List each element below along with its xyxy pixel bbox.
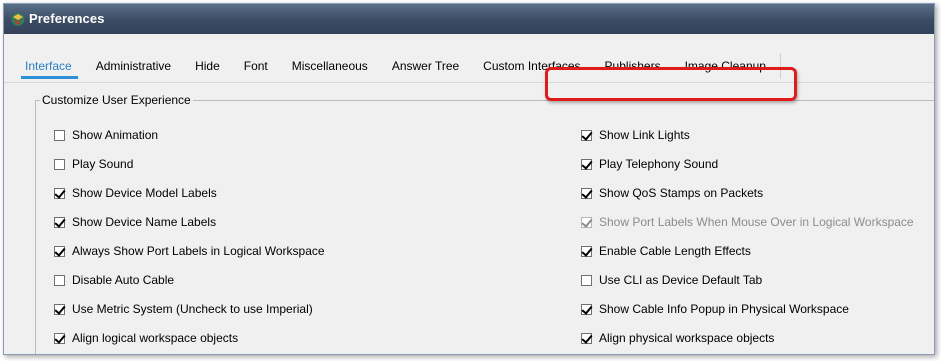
tab-interface[interactable]: Interface bbox=[21, 53, 84, 79]
checkbox[interactable] bbox=[54, 245, 65, 257]
option-label: Use CLI as Device Default Tab bbox=[599, 273, 763, 287]
tab-font[interactable]: Font bbox=[232, 53, 280, 79]
play-telephony-sound-option[interactable]: Play Telephony Sound bbox=[581, 156, 718, 172]
tab-hide[interactable]: Hide bbox=[183, 53, 232, 79]
disable-auto-cable-option[interactable]: Disable Auto Cable bbox=[54, 272, 174, 288]
option-label: Align physical workspace objects bbox=[599, 331, 775, 345]
option-label: Always Show Port Labels in Logical Works… bbox=[72, 244, 325, 258]
option-label: Show Device Model Labels bbox=[72, 186, 217, 200]
use-cli-default-tab-option[interactable]: Use CLI as Device Default Tab bbox=[581, 272, 762, 288]
checkbox[interactable] bbox=[54, 158, 65, 170]
checkbox[interactable] bbox=[54, 216, 65, 228]
option-label: Show Link Lights bbox=[599, 128, 690, 142]
checkbox[interactable] bbox=[581, 303, 592, 315]
always-show-port-labels-option[interactable]: Always Show Port Labels in Logical Works… bbox=[54, 243, 325, 259]
checkbox[interactable] bbox=[581, 245, 592, 257]
checkbox[interactable] bbox=[54, 332, 65, 344]
checkbox[interactable] bbox=[54, 129, 65, 141]
interface-panel: Customize User Experience Show Animation… bbox=[4, 83, 934, 354]
checkbox[interactable] bbox=[581, 158, 592, 170]
window-title: Preferences bbox=[29, 11, 105, 26]
option-label: Show Cable Info Popup in Physical Worksp… bbox=[599, 302, 849, 316]
play-sound-option[interactable]: Play Sound bbox=[54, 156, 133, 172]
option-label: Play Telephony Sound bbox=[599, 157, 719, 171]
show-device-name-labels-option[interactable]: Show Device Name Labels bbox=[54, 214, 216, 230]
highlight-annotation bbox=[545, 67, 797, 101]
title-bar[interactable]: Preferences bbox=[4, 4, 934, 34]
checkbox[interactable] bbox=[581, 187, 592, 199]
option-label: Align logical workspace objects bbox=[72, 331, 239, 345]
show-qos-stamps-option[interactable]: Show QoS Stamps on Packets bbox=[581, 185, 763, 201]
option-label: Show Animation bbox=[72, 128, 159, 142]
checkbox bbox=[581, 216, 592, 228]
show-device-model-labels-option[interactable]: Show Device Model Labels bbox=[54, 185, 217, 201]
align-logical-objects-option[interactable]: Align logical workspace objects bbox=[54, 330, 238, 346]
align-physical-objects-option[interactable]: Align physical workspace objects bbox=[581, 330, 774, 346]
checkbox[interactable] bbox=[581, 274, 592, 286]
show-link-lights-option[interactable]: Show Link Lights bbox=[581, 127, 690, 143]
show-port-labels-mouse-over-option: Show Port Labels When Mouse Over in Logi… bbox=[581, 214, 914, 230]
tab-answer-tree[interactable]: Answer Tree bbox=[380, 53, 471, 79]
option-label: Play Sound bbox=[72, 157, 134, 171]
show-animation-option[interactable]: Show Animation bbox=[54, 127, 158, 143]
checkbox[interactable] bbox=[581, 129, 592, 141]
option-label: Disable Auto Cable bbox=[72, 273, 175, 287]
checkbox[interactable] bbox=[54, 303, 65, 315]
option-label: Use Metric System (Uncheck to use Imperi… bbox=[72, 302, 313, 316]
group-title: Customize User Experience bbox=[40, 93, 193, 107]
tab-miscellaneous[interactable]: Miscellaneous bbox=[280, 53, 380, 79]
show-cable-info-popup-option[interactable]: Show Cable Info Popup in Physical Worksp… bbox=[581, 301, 849, 317]
option-label: Enable Cable Length Effects bbox=[599, 244, 751, 258]
checkbox[interactable] bbox=[54, 274, 65, 286]
option-label: Show QoS Stamps on Packets bbox=[599, 186, 764, 200]
option-label: Show Device Name Labels bbox=[72, 215, 217, 229]
app-icon bbox=[11, 13, 25, 26]
checkbox[interactable] bbox=[54, 187, 65, 199]
checkbox[interactable] bbox=[581, 332, 592, 344]
option-label: Show Port Labels When Mouse Over in Logi… bbox=[599, 215, 914, 229]
enable-cable-length-effects-option[interactable]: Enable Cable Length Effects bbox=[581, 243, 751, 259]
use-metric-system-option[interactable]: Use Metric System (Uncheck to use Imperi… bbox=[54, 301, 313, 317]
preferences-window: Preferences Interface Administrative Hid… bbox=[3, 3, 935, 355]
tab-administrative[interactable]: Administrative bbox=[84, 53, 183, 79]
